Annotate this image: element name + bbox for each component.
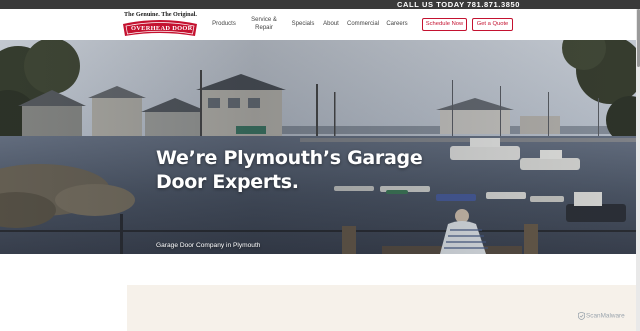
call-us-label: CALL US TODAY — [397, 0, 465, 9]
hero-subheading: Garage Door Company in Plymouth — [156, 242, 261, 249]
nav-about[interactable]: About — [320, 20, 342, 28]
logo-tagline: The Genuine. The Original. — [124, 11, 197, 18]
shield-icon — [578, 312, 585, 320]
nav-service-repair[interactable]: Service & Repair — [247, 16, 281, 32]
nav-commercial[interactable]: Commercial — [345, 20, 381, 28]
logo-brand-text: OVERHEAD DOOR — [131, 25, 193, 32]
content-panel — [127, 285, 636, 331]
scanmalware-badge[interactable]: ScanMalware — [578, 312, 625, 320]
page-scrollbar[interactable] — [636, 9, 640, 331]
schedule-now-button[interactable]: Schedule Now — [422, 18, 467, 31]
logo[interactable]: The Genuine. The Original. OVERHEAD DOOR — [121, 11, 199, 39]
get-a-quote-button[interactable]: Get a Quote — [472, 18, 513, 31]
nav-specials[interactable]: Specials — [289, 20, 317, 28]
hero-banner: We’re Plymouth’s Garage Door Experts. Ga… — [0, 40, 636, 254]
hero-headline: We’re Plymouth’s Garage Door Experts. — [156, 147, 423, 193]
top-bar: CALL US TODAY 781.871.3850 — [0, 0, 640, 9]
nav-careers[interactable]: Careers — [384, 20, 410, 28]
nav-products[interactable]: Products — [207, 20, 241, 28]
site-header: The Genuine. The Original. OVERHEAD DOOR… — [0, 9, 640, 40]
scrollbar-thumb[interactable] — [636, 9, 640, 67]
phone-number-link[interactable]: 781.871.3850 — [467, 0, 520, 9]
badge-label: ScanMalware — [586, 312, 625, 320]
